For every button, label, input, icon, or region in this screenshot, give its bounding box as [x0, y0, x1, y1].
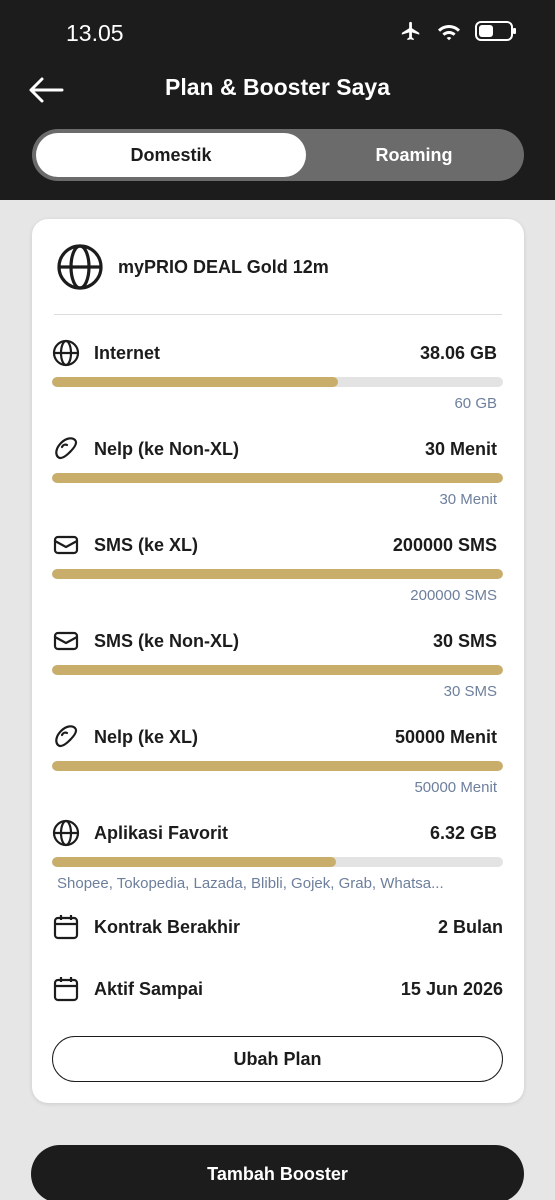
add-booster-button[interactable]: Tambah Booster [31, 1145, 524, 1200]
quota-progress-bar [52, 377, 503, 387]
quota-remaining: 200000 SMS [392, 534, 497, 555]
battery-icon [475, 21, 516, 41]
phone-icon [52, 435, 80, 463]
quota-progress-bar [52, 473, 503, 483]
tab-roaming[interactable]: Roaming [308, 133, 520, 177]
quota-label: Internet [94, 342, 161, 363]
plan-name: myPRIO DEAL Gold 12m [118, 256, 329, 277]
info-value: 2 Bulan [437, 916, 503, 937]
info-label: Aktif Sampai [94, 978, 204, 999]
quota-label: Nelp (ke XL) [94, 726, 199, 747]
quota-label: SMS (ke Non-XL) [94, 630, 240, 651]
wifi-icon [437, 21, 461, 41]
airplane-icon [399, 20, 423, 42]
quota-remaining: 30 Menit [424, 438, 497, 459]
tab-switcher: Domestik Roaming [32, 129, 524, 181]
favorite-apps-list: Shopee, Tokopedia, Lazada, Blibli, Gojek… [57, 875, 444, 892]
quota-total: 50000 Menit [414, 779, 497, 796]
quota-progress-bar [52, 665, 503, 675]
quota-remaining: 50000 Menit [394, 726, 497, 747]
quota-total: 30 Menit [439, 491, 497, 508]
phone-icon [52, 723, 80, 751]
active-until-row: Aktif Sampai 15 Jun 2026 [52, 974, 503, 1004]
quota-total: 60 GB [454, 395, 497, 412]
divider [54, 314, 502, 315]
quota-progress-bar [52, 857, 503, 867]
info-label: Kontrak Berakhir [94, 916, 241, 937]
quota-remaining: 30 SMS [432, 630, 497, 651]
quota-internet: Internet 38.06 GB 60 GB [52, 339, 503, 412]
quota-label: SMS (ke XL) [94, 534, 199, 555]
calendar-icon [52, 913, 80, 941]
quota-call-xl: Nelp (ke XL) 50000 Menit 50000 Menit [52, 723, 503, 796]
contract-end-row: Kontrak Berakhir 2 Bulan [52, 912, 503, 942]
status-icons [399, 20, 516, 42]
quota-label: Aplikasi Favorit [94, 822, 229, 843]
plan-header: myPRIO DEAL Gold 12m [56, 243, 329, 291]
page-title: Plan & Booster Saya [165, 74, 390, 100]
quota-remaining: 38.06 GB [419, 342, 497, 363]
quota-favorite-apps: Aplikasi Favorit 6.32 GB Shopee, Tokoped… [52, 819, 503, 892]
globe-icon [52, 819, 80, 847]
quota-label: Nelp (ke Non-XL) [94, 438, 240, 459]
plan-card: myPRIO DEAL Gold 12m Internet 38.06 GB 6… [32, 219, 524, 1103]
quota-progress-bar [52, 761, 503, 771]
globe-icon [52, 339, 80, 367]
quota-remaining: 6.32 GB [429, 822, 497, 843]
quota-total: 30 SMS [443, 683, 497, 700]
quota-total: 200000 SMS [410, 587, 497, 604]
status-time: 13.05 [66, 20, 124, 46]
quota-call-non-xl: Nelp (ke Non-XL) 30 Menit 30 Menit [52, 435, 503, 508]
quota-progress-bar [52, 569, 503, 579]
globe-icon [56, 243, 104, 291]
app-header: 13.05 Plan & Booster Saya Domestik Roami… [0, 0, 555, 200]
quota-sms-non-xl: SMS (ke Non-XL) 30 SMS 30 SMS [52, 627, 503, 700]
info-value: 15 Jun 2026 [400, 978, 503, 999]
message-icon [52, 627, 80, 655]
calendar-icon [52, 975, 80, 1003]
quota-sms-xl: SMS (ke XL) 200000 SMS 200000 SMS [52, 531, 503, 604]
message-icon [52, 531, 80, 559]
tab-domestik[interactable]: Domestik [36, 133, 306, 177]
change-plan-button[interactable]: Ubah Plan [52, 1036, 503, 1082]
